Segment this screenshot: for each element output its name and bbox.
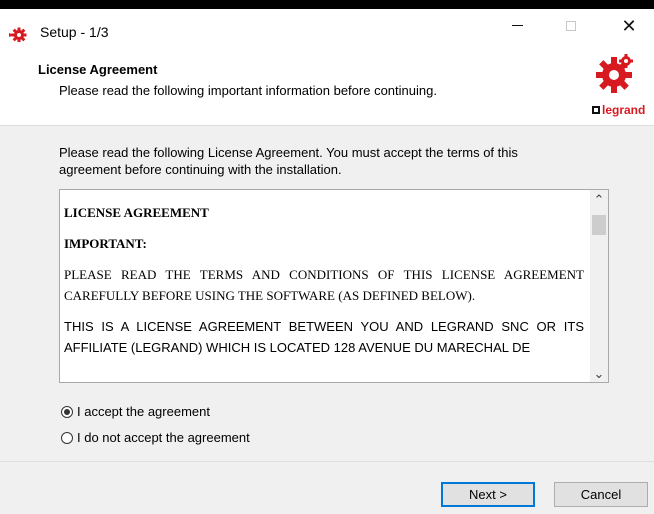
screen-top-edge [0, 0, 654, 9]
close-button[interactable]: ✕ [606, 9, 652, 42]
scrollbar-thumb[interactable] [592, 215, 606, 235]
scroll-up-button[interactable]: ⌃ [590, 190, 608, 208]
minimize-button[interactable] [494, 9, 540, 42]
radio-decline[interactable] [61, 431, 73, 444]
maximize-icon [566, 20, 576, 31]
gear-logo-icon [595, 53, 633, 96]
intro-text: Please read the following License Agreem… [59, 144, 599, 178]
wizard-footer: Next > Cancel [0, 461, 654, 514]
close-icon: ✕ [621, 15, 637, 36]
license-heading: LICENSE AGREEMENT [64, 205, 209, 220]
page-title: License Agreement [38, 62, 158, 77]
cancel-button[interactable]: Cancel [554, 482, 648, 507]
window-title: Setup - 1/3 [40, 24, 109, 40]
maximize-button[interactable] [548, 9, 594, 42]
license-text-box[interactable]: LICENSE AGREEMENT IMPORTANT: PLEASE READ… [59, 189, 609, 383]
page-subtitle: Please read the following important info… [59, 83, 437, 98]
license-content: LICENSE AGREEMENT IMPORTANT: PLEASE READ… [64, 202, 584, 368]
scroll-down-button[interactable]: ⌄ [590, 364, 608, 382]
license-important: IMPORTANT: [64, 236, 147, 251]
wizard-body: Please read the following License Agreem… [0, 126, 654, 461]
vertical-scrollbar[interactable]: ⌃ ⌄ [590, 190, 608, 382]
license-paragraph: THIS IS A LICENSE AGREEMENT BETWEEN YOU … [64, 319, 584, 355]
radio-accept[interactable] [61, 405, 73, 418]
accept-agreement-option[interactable]: I accept the agreement [61, 404, 210, 419]
accept-agreement-label[interactable]: I accept the agreement [77, 404, 210, 419]
intro-line-2: agreement before continuing with the ins… [59, 162, 342, 177]
wizard-header: License Agreement Please read the follow… [0, 42, 654, 126]
chevron-up-icon: ⌃ [593, 191, 605, 207]
decline-agreement-option[interactable]: I do not accept the agreement [61, 430, 250, 445]
next-button[interactable]: Next > [441, 482, 535, 507]
chevron-down-icon: ⌄ [593, 365, 605, 381]
logo-wordmark: legrand [592, 103, 645, 117]
minimize-icon [511, 25, 523, 26]
intro-line-1: Please read the following License Agreem… [59, 145, 518, 160]
decline-agreement-label[interactable]: I do not accept the agreement [77, 430, 250, 445]
legrand-logo: legrand [592, 53, 654, 118]
logo-mark-icon [592, 106, 600, 114]
license-paragraph: PLEASE READ THE TERMS AND CONDITIONS OF … [64, 267, 584, 303]
logo-text: legrand [602, 103, 646, 117]
